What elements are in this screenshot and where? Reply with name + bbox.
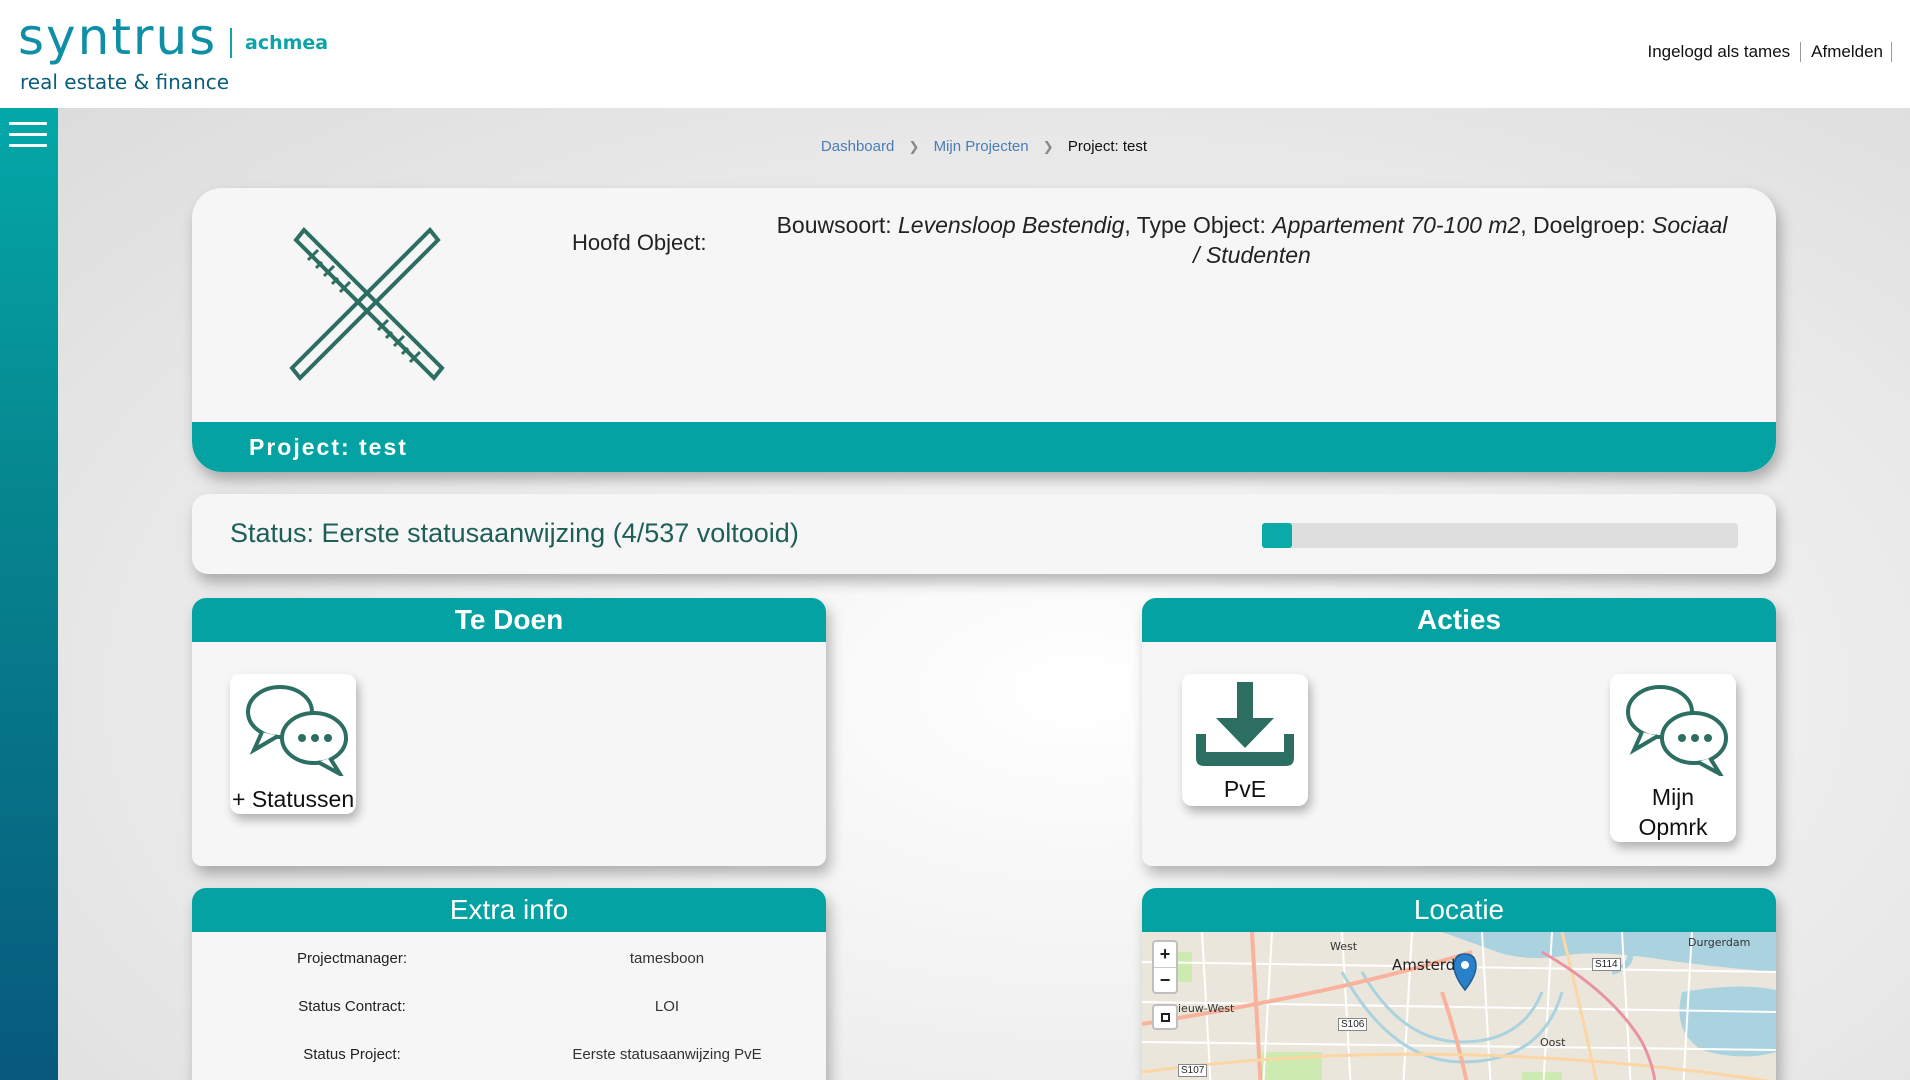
bouwsoort-label: Bouwsoort: <box>776 212 899 238</box>
info-row: Status Project: Eerste statusaanwijzing … <box>192 1046 826 1070</box>
extra-info-title: Extra info <box>192 888 826 932</box>
statussen-label: + Statussen <box>232 786 355 812</box>
project-name: Project: test <box>249 434 408 460</box>
top-header: syntrus achmea real estate & finance Ing… <box>0 0 1910 108</box>
info-row: Status Contract: LOI <box>192 998 826 1022</box>
type-object-value: Appartement 70-100 m2 <box>1272 212 1521 238</box>
info-value: LOI <box>654 998 680 1015</box>
acties-title: Acties <box>1142 598 1776 642</box>
map-road-s106: S106 <box>1338 1018 1368 1031</box>
extra-info-panel: Extra info Projectmanager: tamesboon Sta… <box>192 888 826 1080</box>
te-doen-panel: Te Doen + Statussen <box>192 598 826 866</box>
breadcrumb: Dashboard ❯ Mijn Projecten ❯ Project: te… <box>58 138 1910 155</box>
logo-brand: syntrus <box>18 8 218 66</box>
breadcrumb-dashboard[interactable]: Dashboard <box>821 138 894 155</box>
crossed-rulers-icon <box>282 218 452 388</box>
main-content: Dashboard ❯ Mijn Projecten ❯ Project: te… <box>58 108 1910 1080</box>
logout-link[interactable]: Afmelden <box>1801 42 1892 62</box>
location-map[interactable]: + − West Amsterd Durgerdam ieuw-West Oos… <box>1142 932 1776 1080</box>
locatie-title: Locatie <box>1142 888 1776 932</box>
statussen-tile[interactable]: + Statussen <box>230 674 356 814</box>
project-card: Hoofd Object: Bouwsoort: Levensloop Best… <box>192 188 1776 472</box>
map-road-s107: S107 <box>1178 1064 1208 1077</box>
progress-bar <box>1262 523 1738 548</box>
map-label-west: West <box>1330 940 1358 953</box>
chevron-right-icon: ❯ <box>908 139 920 154</box>
logged-in-user[interactable]: Ingelogd als tames <box>1637 42 1802 62</box>
fullscreen-icon[interactable] <box>1152 1004 1178 1030</box>
doelgroep-label: , Doelgroep: <box>1520 212 1652 238</box>
mijn-opmerkingen-tile[interactable]: Mijn Opmrk <box>1610 674 1736 842</box>
zoom-in-button[interactable]: + <box>1154 942 1176 967</box>
info-key: Status Contract: <box>298 998 406 1015</box>
pve-download-tile[interactable]: PvE <box>1182 674 1308 806</box>
hamburger-menu-icon[interactable] <box>9 122 47 152</box>
syntrus-logo[interactable]: syntrus achmea real estate & finance <box>18 8 338 96</box>
object-description: Bouwsoort: Levensloop Bestendig, Type Ob… <box>772 210 1732 270</box>
logo-tagline: real estate & finance <box>20 70 230 94</box>
map-tiles <box>1142 932 1776 1080</box>
map-road-s114: S114 <box>1592 958 1621 971</box>
info-value: tamesboon <box>629 950 705 967</box>
logo-partner: achmea <box>245 32 329 54</box>
status-card: Status: Eerste statusaanwijzing (4/537 v… <box>192 494 1776 574</box>
map-label-oost: Oost <box>1540 1036 1566 1049</box>
acties-panel: Acties PvE Mijn Opmrk <box>1142 598 1776 866</box>
info-key: Status Project: <box>303 1046 401 1063</box>
download-icon <box>1196 682 1294 766</box>
chat-bubbles-icon <box>1626 685 1728 776</box>
map-label-nieuw-west: ieuw-West <box>1178 1002 1235 1015</box>
zoom-out-button[interactable]: − <box>1154 967 1176 992</box>
map-label-durgerdam: Durgerdam <box>1688 936 1751 949</box>
chat-bubbles-icon <box>246 685 348 776</box>
status-text: Status: Eerste statusaanwijzing (4/537 v… <box>230 518 799 548</box>
breadcrumb-current: Project: test <box>1067 138 1148 155</box>
info-key: Projectmanager: <box>296 950 408 967</box>
project-title-bar: Project: test <box>192 422 1776 472</box>
te-doen-title: Te Doen <box>192 598 826 642</box>
locatie-panel: Locatie + − West Amsterd Durgerdam ieuw-… <box>1142 888 1776 1080</box>
info-value: Eerste statusaanwijzing PvE <box>572 1046 762 1063</box>
logo-separator <box>230 28 232 58</box>
info-row: Projectmanager: tamesboon <box>192 950 826 974</box>
pve-label: PvE <box>1223 776 1267 802</box>
breadcrumb-mijn-projecten[interactable]: Mijn Projecten <box>934 138 1029 155</box>
mijn-opmerkingen-label: Mijn Opmrk <box>1638 784 1708 840</box>
chevron-right-icon: ❯ <box>1042 139 1054 154</box>
map-label-amsterdam: Amsterd <box>1392 956 1456 974</box>
sidebar <box>0 108 58 1080</box>
bouwsoort-value: Levensloop Bestendig <box>898 212 1125 238</box>
type-object-label: , Type Object: <box>1124 212 1273 238</box>
user-bar: Ingelogd als tames Afmelden <box>1637 42 1892 62</box>
hoofd-object-label: Hoofd Object: <box>572 230 707 255</box>
map-zoom-control: + − <box>1152 940 1178 994</box>
progress-fill <box>1262 523 1292 548</box>
